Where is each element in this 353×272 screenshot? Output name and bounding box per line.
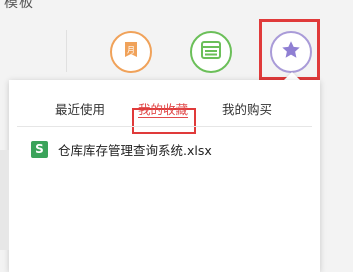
tab-my-favorites[interactable]: 我的收藏	[138, 96, 188, 124]
spreadsheet-file-icon: S	[31, 140, 48, 158]
tab-divider	[17, 126, 312, 127]
favorites-button[interactable]	[270, 31, 312, 73]
tab-my-purchases[interactable]: 我的购买	[222, 96, 272, 124]
favorites-popover: 最近使用 我的收藏 我的购买 S 仓库库存管理查询系统.xlsx	[9, 80, 320, 272]
star-icon	[280, 39, 302, 65]
spreadsheet-button[interactable]	[190, 31, 232, 73]
spreadsheet-icon	[201, 41, 221, 63]
background-edge	[0, 150, 9, 250]
divider	[66, 30, 67, 72]
top-partial-text: 模板	[4, 0, 34, 11]
calendar-button[interactable]: 月	[110, 31, 152, 73]
calendar-glyph: 月	[127, 46, 135, 55]
file-name: 仓库库存管理查询系统.xlsx	[58, 142, 212, 158]
tab-recent[interactable]: 最近使用	[55, 96, 105, 124]
list-item[interactable]: S 仓库库存管理查询系统.xlsx	[31, 139, 212, 159]
tab-bar: 最近使用 我的收藏 我的购买	[9, 96, 320, 134]
calendar-icon: 月	[121, 40, 141, 64]
